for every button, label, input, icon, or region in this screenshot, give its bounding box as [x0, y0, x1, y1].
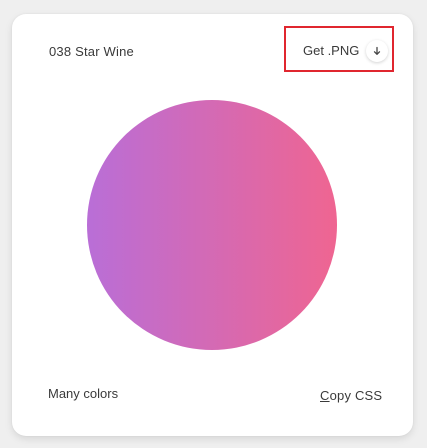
many-colors-label: Many colors: [48, 386, 119, 401]
copy-css-label: opy CSS: [329, 388, 383, 403]
get-png-label: Get .PNG: [303, 43, 360, 58]
gradient-preview-circle: [87, 100, 337, 350]
gradient-title: 038 Star Wine: [49, 44, 134, 59]
gradient-card: 038 Star Wine Get .PNG Many colors Copy …: [12, 14, 413, 436]
copy-css-hotkey-letter: C: [320, 388, 330, 403]
copy-css-button[interactable]: Copy CSS: [320, 388, 382, 403]
get-png-button[interactable]: Get .PNG: [284, 26, 394, 72]
arrow-down-icon[interactable]: [366, 40, 388, 62]
